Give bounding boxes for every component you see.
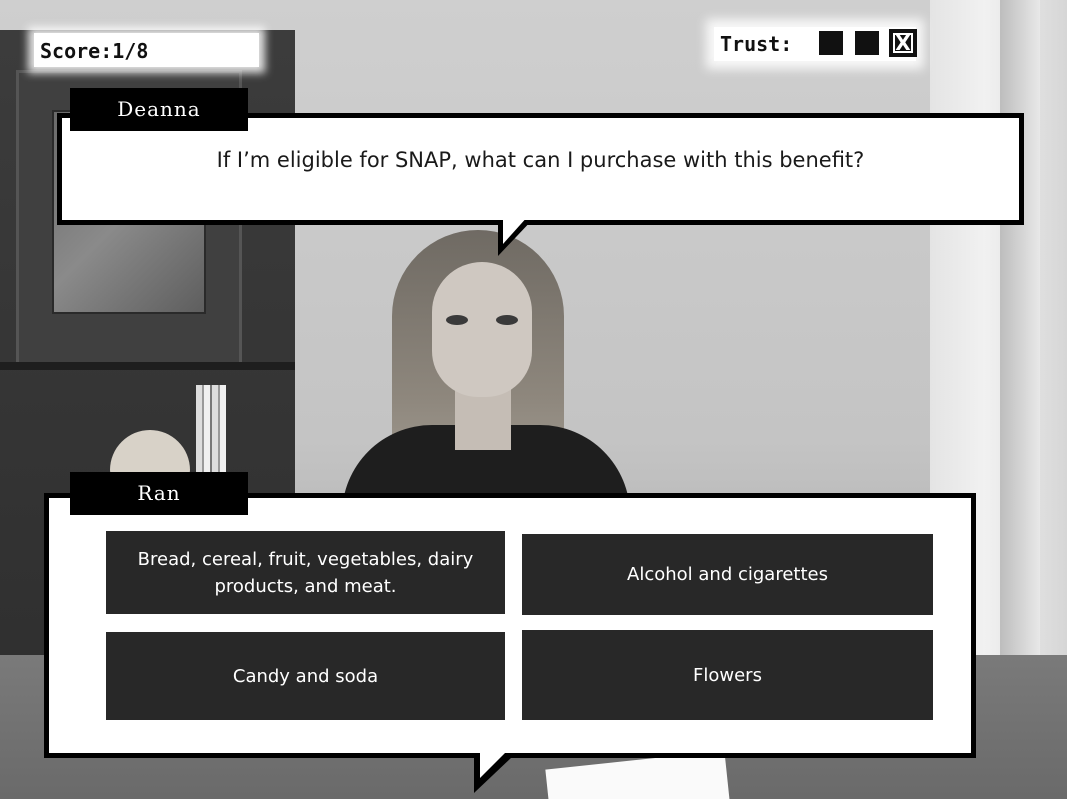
npc-bubble-tail-fill — [503, 215, 529, 244]
answer-option-4[interactable]: Flowers — [522, 630, 933, 720]
score-text: Score:1/8 — [40, 39, 149, 63]
trust-label: Trust: — [720, 32, 793, 56]
background-door-frame — [1000, 0, 1040, 660]
answer-option-2[interactable]: Alcohol and cigarettes — [522, 534, 933, 615]
filled-square-icon — [855, 31, 879, 55]
player-bubble-tail-fill — [480, 752, 506, 778]
player-name-tag: Ran — [70, 472, 248, 515]
npc-portrait-face — [432, 262, 532, 397]
npc-portrait-eye-right — [496, 315, 518, 325]
answer-option-3[interactable]: Candy and soda — [106, 632, 505, 720]
background-cabinet-shelf — [0, 362, 295, 370]
x-mark-icon: X — [889, 29, 917, 57]
answer-option-1[interactable]: Bread, cereal, fruit, vegetables, dairy … — [106, 531, 505, 614]
background-books — [196, 385, 226, 475]
trust-meter: Trust: X — [714, 27, 917, 61]
score-panel: Score:1/8 — [34, 33, 259, 67]
npc-name-tag: Deanna — [70, 88, 248, 131]
npc-portrait-eye-left — [446, 315, 468, 325]
filled-square-icon — [819, 31, 843, 55]
npc-question-text: If I’m eligible for SNAP, what can I pur… — [216, 148, 865, 172]
